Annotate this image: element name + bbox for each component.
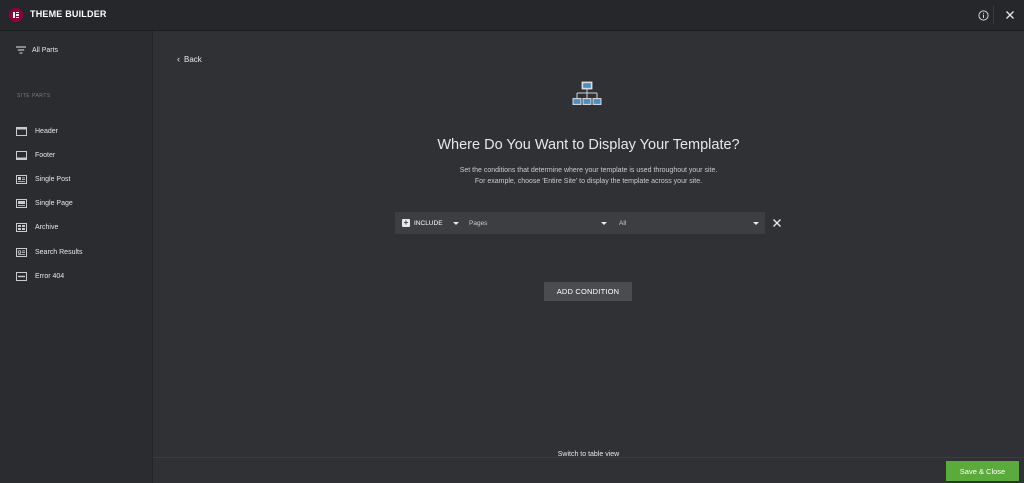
chevron-down-icon [452, 221, 459, 225]
chevron-left-icon: ‹ [177, 54, 180, 64]
sidebar: All Parts SITE PARTS Header Footer Singl… [0, 31, 153, 483]
sidebar-item-single-post[interactable]: Single Post [16, 167, 82, 191]
sidebar-item-label: Footer [35, 151, 56, 159]
error-404-icon [16, 271, 28, 281]
chevron-down-icon [601, 221, 607, 225]
archive-icon [16, 223, 28, 233]
page-title: Where Do You Want to Display Your Templa… [437, 137, 740, 153]
sidebar-item-label: Single Post [35, 175, 71, 183]
sidebar-item-header[interactable]: Header [16, 119, 82, 143]
condition-type-select[interactable]: Pages [463, 212, 613, 234]
page-description: Set the conditions that determine where … [153, 165, 1024, 187]
top-bar: THEME BUILDER [0, 0, 1024, 31]
include-select[interactable]: + INCLUDE [395, 212, 463, 234]
sidebar-item-label: Header [35, 127, 58, 135]
search-results-icon [16, 247, 28, 257]
remove-condition-icon[interactable] [770, 216, 784, 230]
condition-scope-value: All [619, 219, 627, 227]
sidebar-item-label: Archive [35, 224, 59, 232]
plus-icon: + [402, 218, 410, 227]
sidebar-item-label: Error 404 [35, 272, 65, 280]
all-parts-filter[interactable]: All Parts [16, 46, 58, 54]
chevron-down-icon [753, 221, 759, 225]
save-close-button[interactable]: Save & Close [946, 461, 1019, 481]
all-parts-label: All Parts [32, 46, 59, 54]
section-label: SITE PARTS [17, 93, 51, 99]
sidebar-item-error-404[interactable]: Error 404 [16, 264, 82, 288]
conditions-hierarchy-icon [572, 81, 602, 105]
top-divider [993, 6, 994, 24]
footer-divider [153, 457, 1024, 458]
condition-row: + INCLUDE Pages All [395, 212, 765, 234]
elementor-logo-icon [9, 8, 23, 22]
sidebar-item-archive[interactable]: Archive [16, 216, 82, 240]
site-parts-nav: Header Footer Single Post Single Page Ar… [16, 119, 82, 288]
sidebar-item-search-results[interactable]: Search Results [16, 240, 82, 264]
single-post-icon [16, 174, 28, 184]
sidebar-item-footer[interactable]: Footer [16, 143, 82, 167]
sidebar-item-single-page[interactable]: Single Page [16, 192, 82, 216]
header-layout-icon [16, 126, 28, 136]
condition-type-value: Pages [469, 219, 488, 227]
back-label: Back [184, 54, 202, 64]
app-title: THEME BUILDER [30, 9, 107, 19]
description-line: For example, choose 'Entire Site' to dis… [474, 178, 703, 185]
main-panel: ‹ Back Where Do You Want to Display Your… [153, 31, 1024, 483]
footer-layout-icon [16, 150, 28, 160]
single-page-icon [16, 199, 28, 209]
add-condition-button[interactable]: ADD CONDITION [544, 282, 632, 301]
info-icon[interactable] [976, 8, 990, 22]
close-icon[interactable] [1003, 8, 1017, 22]
sidebar-item-label: Single Page [35, 200, 73, 208]
filter-icon [16, 46, 26, 54]
condition-scope-select[interactable]: All [613, 212, 765, 234]
description-line: Set the conditions that determine where … [459, 167, 718, 174]
sidebar-item-label: Search Results [35, 248, 83, 256]
back-link[interactable]: ‹ Back [177, 54, 202, 64]
include-label: INCLUDE [414, 219, 443, 227]
